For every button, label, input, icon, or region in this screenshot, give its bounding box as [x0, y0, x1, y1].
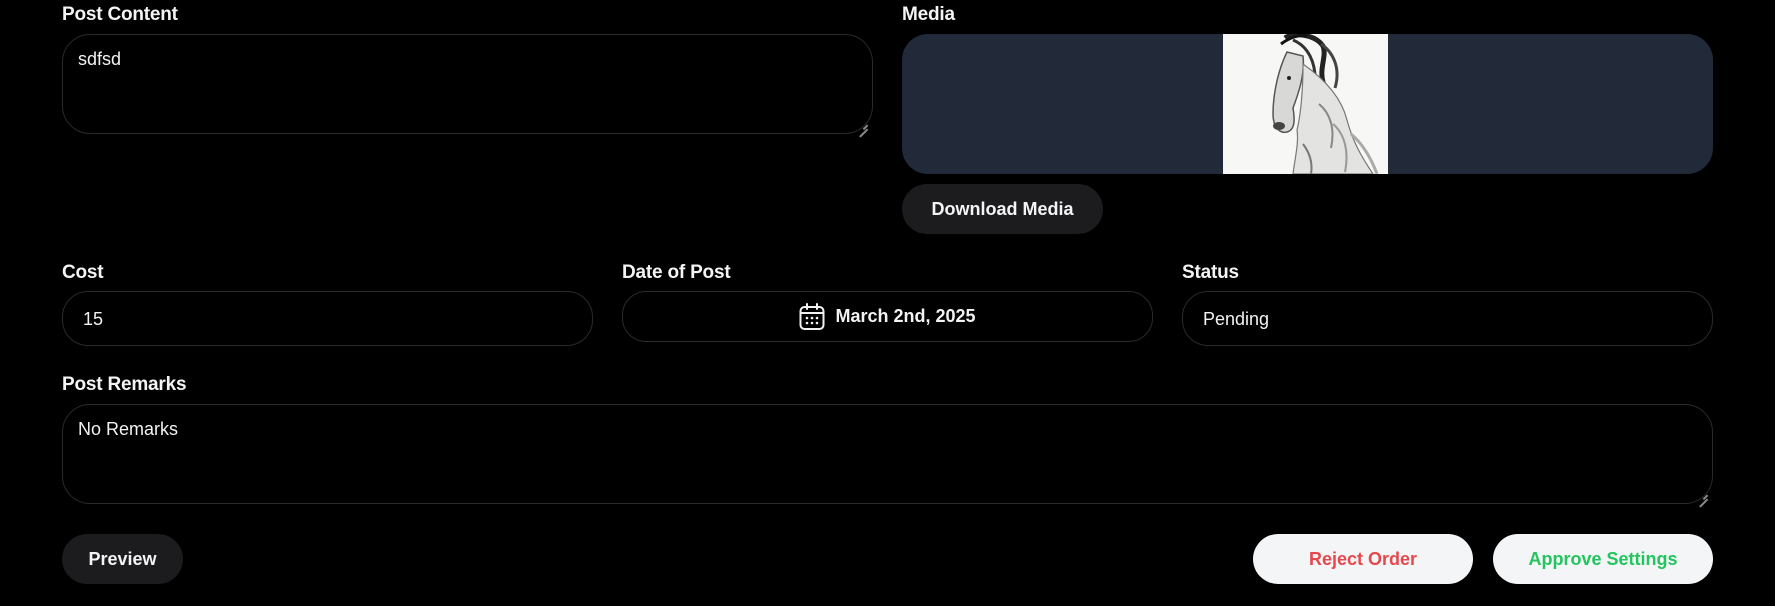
cost-label: Cost: [62, 262, 104, 283]
resize-grip-icon[interactable]: [859, 120, 868, 129]
post-remarks-label: Post Remarks: [62, 374, 187, 395]
status-value: Pending: [1203, 309, 1270, 329]
approve-settings-button[interactable]: Approve Settings: [1493, 534, 1713, 584]
date-of-post-label: Date of Post: [622, 262, 731, 283]
post-content-textarea[interactable]: sdfsd: [62, 34, 873, 134]
calendar-icon: [799, 302, 825, 331]
resize-grip-icon[interactable]: [1699, 490, 1708, 499]
preview-button[interactable]: Preview: [62, 534, 183, 584]
cost-value: 15: [83, 309, 104, 329]
media-label: Media: [902, 4, 955, 25]
post-remarks-textarea[interactable]: No Remarks: [62, 404, 1713, 504]
reject-order-button[interactable]: Reject Order: [1253, 534, 1473, 584]
post-content-label: Post Content: [62, 4, 178, 25]
status-field[interactable]: Pending: [1182, 291, 1713, 346]
cost-input[interactable]: 15: [62, 291, 593, 346]
media-preview: [902, 34, 1713, 174]
download-media-button[interactable]: Download Media: [902, 184, 1103, 234]
date-value: March 2nd, 2025: [835, 306, 976, 326]
post-content-value: sdfsd: [78, 49, 122, 69]
status-label: Status: [1182, 262, 1239, 283]
horse-image-icon: [1223, 34, 1388, 174]
date-picker-button[interactable]: March 2nd, 2025: [622, 291, 1153, 342]
media-image[interactable]: [1223, 34, 1388, 174]
post-remarks-value: No Remarks: [78, 419, 179, 439]
